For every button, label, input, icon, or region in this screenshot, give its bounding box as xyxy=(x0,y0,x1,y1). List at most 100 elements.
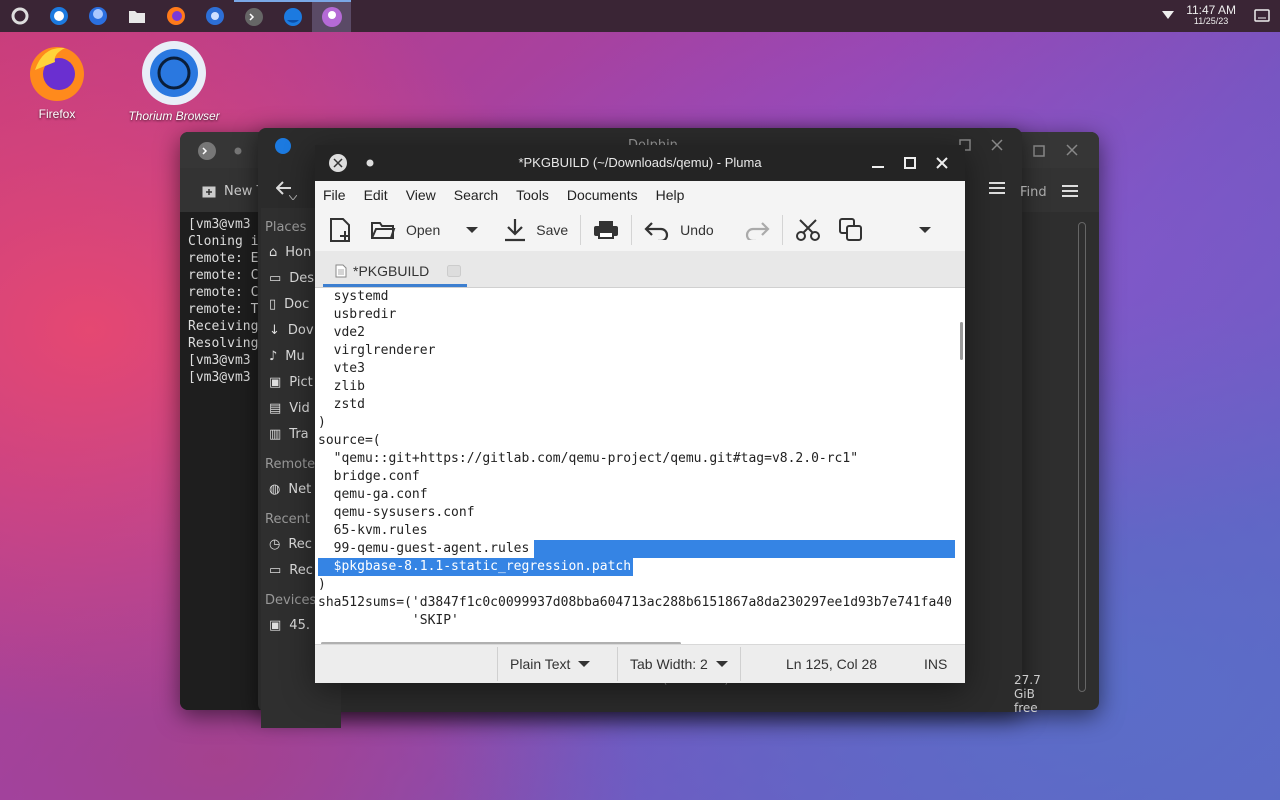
browser-icon xyxy=(88,7,107,25)
editor-line: qemu-sysusers.conf xyxy=(318,505,475,520)
clock-date: 11/25/23 xyxy=(1193,16,1229,26)
new-tab-icon xyxy=(202,186,216,197)
find-label[interactable]: Find xyxy=(1020,185,1047,200)
terminal-scrollbar[interactable] xyxy=(1078,222,1086,692)
menubar: File Edit View Search Tools Documents He… xyxy=(315,181,965,209)
chevron-down-icon xyxy=(715,661,728,667)
sidebar-item-label: Des xyxy=(289,270,315,286)
toolbar-overflow-button[interactable] xyxy=(918,212,931,248)
chevron-down-icon xyxy=(918,227,931,233)
taskbar-pluma-button[interactable] xyxy=(312,0,351,32)
menu-search[interactable]: Search xyxy=(445,187,507,203)
chevron-down-icon xyxy=(466,227,479,233)
taskbar-thorium-window-button[interactable] xyxy=(273,0,312,32)
sidebar-item-label: Vid xyxy=(289,400,310,416)
close-icon[interactable] xyxy=(936,157,948,169)
download-save-icon xyxy=(505,219,526,242)
new-tab-button[interactable]: New T xyxy=(202,184,264,199)
music-icon: ♪ xyxy=(269,348,278,364)
editor-line-text: 99-qemu-guest-agent.rules xyxy=(318,541,530,556)
tab-close-icon[interactable] xyxy=(447,264,462,277)
menu-help[interactable]: Help xyxy=(647,187,694,203)
cursor-position: Ln 125, Col 28 xyxy=(786,656,878,672)
redo-icon xyxy=(745,222,770,240)
system-menu-button[interactable] xyxy=(0,0,39,32)
editor-line: vte3 xyxy=(318,361,365,376)
system-menu-icon xyxy=(11,7,28,25)
open-button[interactable]: Open xyxy=(370,212,440,248)
show-desktop-icon[interactable] xyxy=(1254,9,1270,23)
undo-label: Undo xyxy=(680,222,714,238)
menu-view[interactable]: View xyxy=(397,187,445,203)
desktop-icon-firefox[interactable]: Firefox xyxy=(2,40,112,121)
menu-documents[interactable]: Documents xyxy=(558,187,647,203)
taskbar-browser-button[interactable] xyxy=(78,0,117,32)
menu-edit[interactable]: Edit xyxy=(355,187,397,203)
scrollbar-thumb[interactable] xyxy=(960,322,963,360)
sidebar-item-label: Rec xyxy=(288,536,312,552)
tab-width-selector[interactable]: Tab Width: 2 xyxy=(617,647,741,681)
editor-line: 99-qemu-guest-agent.rules xyxy=(318,540,530,558)
desktop-icon-label: Thorium Browser xyxy=(128,109,220,123)
pluma-app-icon xyxy=(321,7,342,27)
desktop-icon-thorium[interactable]: Thorium Browser xyxy=(119,40,229,123)
print-icon xyxy=(594,221,619,239)
folder-clock-icon: ▭ xyxy=(269,562,282,578)
taskbar-firefox-button[interactable] xyxy=(156,0,195,32)
thorium-browser-icon xyxy=(142,41,206,105)
clock-icon: ◷ xyxy=(269,536,281,552)
taskbar-terminal-button[interactable] xyxy=(234,0,273,32)
selection-highlight xyxy=(534,540,955,558)
text-editor[interactable]: systemd usbredir vde2 virglrenderer vte3… xyxy=(315,288,965,644)
download-icon: ↓ xyxy=(269,322,280,338)
open-label: Open xyxy=(406,222,441,238)
taskbar-files-button[interactable] xyxy=(117,0,156,32)
cut-button[interactable] xyxy=(795,212,821,248)
video-icon: ▤ xyxy=(269,400,282,416)
sidebar-item-label: Pict xyxy=(289,374,313,390)
pluma-titlebar: *PKGBUILD (~/Downloads/qemu) - Pluma xyxy=(315,145,965,181)
open-folder-icon xyxy=(371,222,396,239)
tray-expand-icon[interactable] xyxy=(1162,11,1174,19)
desktop-icon-label: Firefox xyxy=(38,107,76,121)
close-icon[interactable] xyxy=(991,139,1003,151)
editor-line: ) xyxy=(318,415,326,430)
new-document-button[interactable] xyxy=(329,212,353,248)
chromium-icon xyxy=(205,7,224,25)
copy-button[interactable] xyxy=(838,212,863,248)
toolbar-separator xyxy=(631,215,633,245)
save-button[interactable]: Save xyxy=(504,212,568,248)
sidebar-item-label: Hon xyxy=(285,244,312,260)
maximize-icon[interactable] xyxy=(904,157,916,169)
sidebar-item-label: Tra xyxy=(289,426,309,442)
back-arrow-icon[interactable] xyxy=(276,181,292,195)
editor-line: bridge.conf xyxy=(318,469,420,484)
sidebar-item-label: Mu xyxy=(285,348,305,364)
print-button[interactable] xyxy=(593,212,619,248)
menu-tools[interactable]: Tools xyxy=(507,187,558,203)
redo-button[interactable] xyxy=(744,212,770,248)
undo-icon xyxy=(644,222,669,240)
pluma-window: *PKGBUILD (~/Downloads/qemu) - Pluma Fil… xyxy=(315,145,965,683)
hamburger-menu-icon[interactable] xyxy=(989,182,1005,194)
minimize-icon[interactable] xyxy=(872,166,884,168)
clock[interactable]: 11:47 AM 11/25/23 xyxy=(1186,4,1236,26)
picture-icon: ▣ xyxy=(269,374,282,390)
menu-file[interactable]: File xyxy=(315,187,355,203)
close-icon[interactable] xyxy=(1066,144,1078,156)
open-recent-dropdown[interactable] xyxy=(466,212,479,248)
editor-line: systemd xyxy=(318,289,389,304)
language-selector[interactable]: Plain Text xyxy=(497,647,602,681)
tab-pkgbuild[interactable]: *PKGBUILD xyxy=(323,257,467,287)
maximize-icon[interactable] xyxy=(1033,145,1045,157)
hamburger-menu-icon[interactable] xyxy=(1062,185,1078,197)
toolbar-separator xyxy=(580,215,582,245)
vertical-scrollbar[interactable] xyxy=(955,288,965,644)
undo-button[interactable]: Undo xyxy=(644,212,714,248)
save-label: Save xyxy=(536,222,569,238)
chevron-down-icon[interactable] xyxy=(289,195,297,200)
editor-line: "qemu::git+https://gitlab.com/qemu-proje… xyxy=(318,451,859,466)
taskbar-thorium-button[interactable] xyxy=(39,0,78,32)
taskbar-chromium-button[interactable] xyxy=(195,0,234,32)
drive-icon: ▣ xyxy=(269,617,282,633)
